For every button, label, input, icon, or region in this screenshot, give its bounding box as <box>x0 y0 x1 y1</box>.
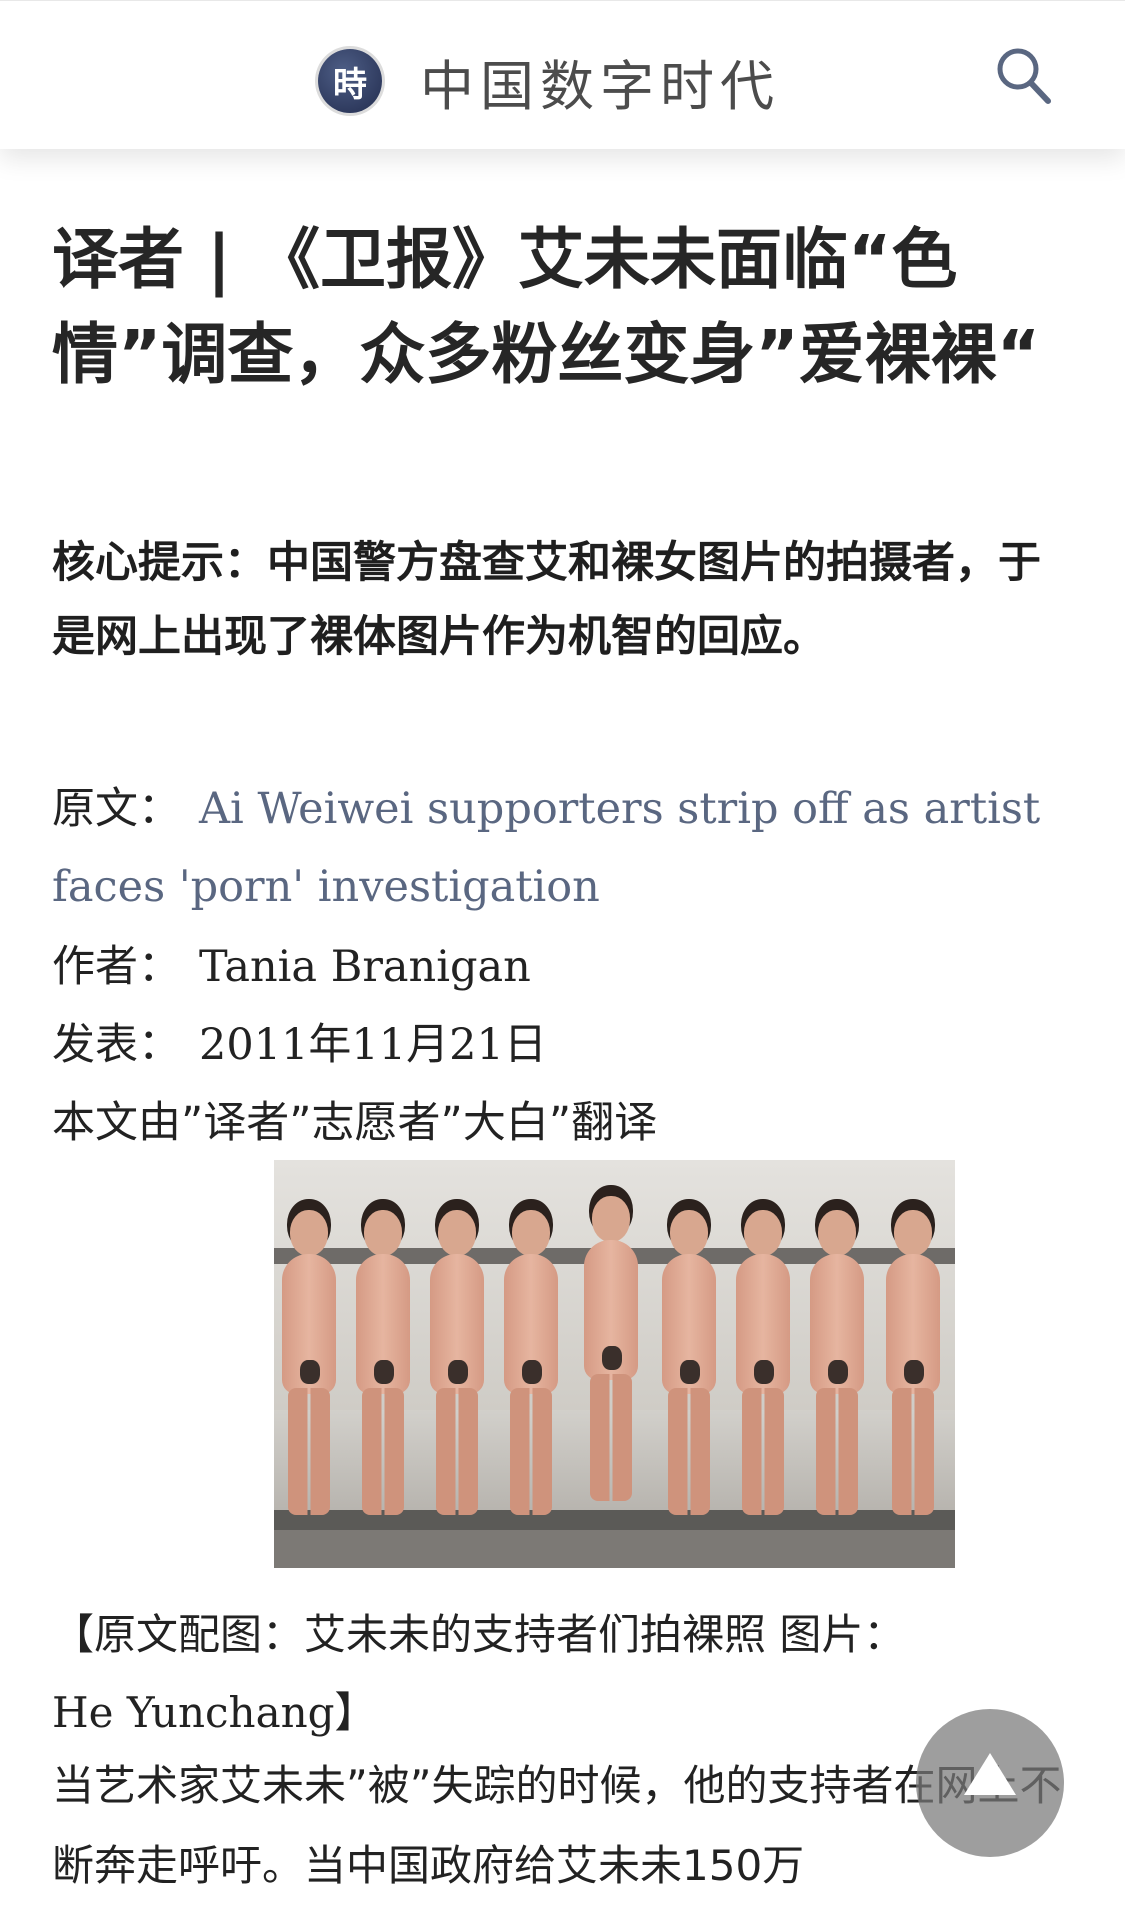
photo-person <box>352 1210 414 1515</box>
author-name: Tania Branigan <box>199 942 531 992</box>
publish-date: 2011年11月21日 <box>199 1020 547 1070</box>
article-photo <box>274 1160 955 1568</box>
translator-credit: 本文由”译者”志愿者”大白”翻译 <box>52 1098 658 1148</box>
article-title: 译者 | 《卫报》艾未未面临“色情”调查，众多粉丝变身”爱裸裸“ <box>52 221 1041 393</box>
photo-person <box>806 1210 868 1515</box>
photo-floor <box>274 1530 955 1568</box>
source-line: 原文： Ai Weiwei supporters strip off as art… <box>52 770 1062 926</box>
author-label: 作者： <box>52 942 181 992</box>
photo-person <box>882 1210 944 1515</box>
photo-person <box>732 1210 794 1515</box>
photo-person <box>278 1210 340 1515</box>
arrow-up-icon <box>964 1753 1016 1795</box>
article-body: 当艺术家艾未未”被”失踪的时候，他的支持者在网上不断奔走呼吁。当中国政府给艾未未… <box>52 1761 1062 1890</box>
photo-person <box>500 1210 562 1515</box>
author-line: 作者： Tania Branigan <box>52 928 1062 1006</box>
date-label: 发表： <box>52 1020 181 1070</box>
search-icon <box>997 48 1051 104</box>
site-brand[interactable]: 時 中国数字时代 <box>318 47 780 118</box>
search-button[interactable] <box>990 43 1060 113</box>
image-caption: 【原文配图：艾未未的支持者们拍裸照 图片： He Yunchang】 <box>52 1596 1062 1752</box>
image-caption-credit: He Yunchang】 <box>52 1688 377 1737</box>
site-header: 時 中国数字时代 <box>0 0 1125 149</box>
site-name: 中国数字时代 <box>420 54 780 118</box>
logo-glyph: 時 <box>333 64 367 105</box>
article-summary: 核心提示：中国警方盘查艾和裸女图片的拍摄者，于是网上出现了裸体图片作为机智的回应… <box>52 538 1041 662</box>
site-logo: 時 <box>318 49 382 113</box>
photo-person <box>426 1210 488 1515</box>
source-label: 原文： <box>52 784 181 834</box>
photo-person <box>580 1196 642 1501</box>
date-line: 发表： 2011年11月21日 <box>52 1006 1062 1084</box>
scroll-to-top-button[interactable] <box>916 1709 1064 1857</box>
source-link[interactable]: Ai Weiwei supporters strip off as artist… <box>52 784 1040 912</box>
image-caption-text: 【原文配图：艾未未的支持者们拍裸照 图片： <box>52 1610 906 1659</box>
photo-person <box>658 1210 720 1515</box>
